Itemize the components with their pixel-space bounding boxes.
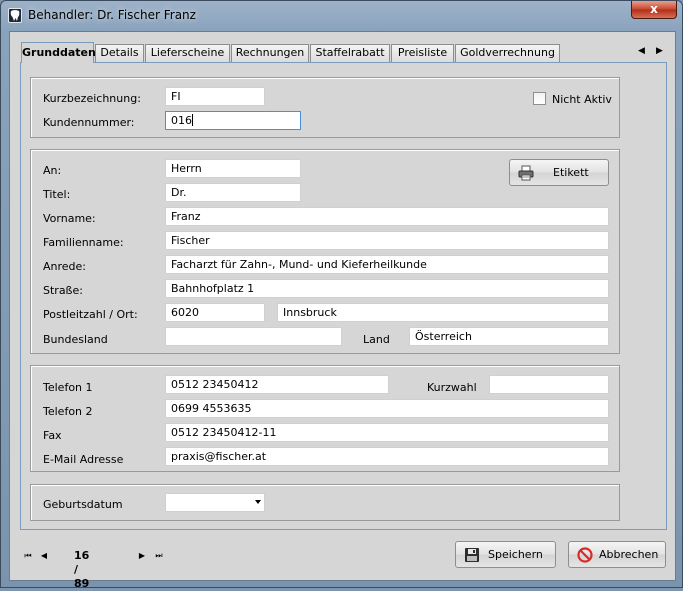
fax-label: Fax [43, 429, 62, 442]
tooth-icon-glyph [10, 10, 20, 21]
tab-goldverrechnung[interactable]: Goldverrechnung [455, 44, 560, 62]
titel-label: Titel: [43, 188, 71, 201]
etikett-button-label: Etikett [553, 166, 589, 179]
bundesland-label: Bundesland [43, 333, 108, 346]
title-bar[interactable]: Behandler: Dr. Fischer Franz x [1, 1, 682, 31]
tab-label: Lieferscheine [150, 46, 225, 59]
telefon1-label: Telefon 1 [43, 381, 93, 394]
record-counter: 16 / 89 [74, 549, 90, 590]
plz-ort-label: Postleitzahl / Ort: [43, 308, 138, 321]
client-area: Grunddaten Details Lieferscheine Rechnun… [9, 31, 676, 590]
text-caret [192, 114, 193, 126]
save-button-label: Speichern [488, 548, 543, 561]
kurzbezeichnung-input[interactable]: FI [165, 87, 265, 106]
kundennummer-value: 016 [171, 114, 192, 127]
tab-grunddaten[interactable]: Grunddaten [21, 42, 96, 63]
tab-staffelrabatt[interactable]: Staffelrabatt [310, 44, 390, 62]
last-record-icon[interactable]: ⏭ [153, 549, 165, 563]
fax-input[interactable]: 0512 23450412-11 [165, 423, 609, 442]
ort-input[interactable]: Innsbruck [277, 303, 609, 322]
an-label: An: [43, 164, 62, 177]
save-button[interactable]: Speichern [455, 541, 556, 568]
titel-input[interactable]: Dr. [165, 183, 301, 202]
tab-label: Staffelrabatt [315, 46, 385, 59]
geburtsdatum-label: Geburtsdatum [43, 498, 123, 511]
familienname-label: Familienname: [43, 236, 124, 249]
no-entry-icon [577, 547, 593, 563]
cancel-button-label: Abbrechen [599, 548, 659, 561]
telefon2-input[interactable]: 0699 4553635 [165, 399, 609, 418]
kundennummer-input[interactable]: 016 [165, 111, 301, 130]
kurzbezeichnung-label: Kurzbezeichnung: [43, 92, 141, 105]
group-birth: Geburtsdatum [30, 484, 620, 521]
nicht-aktiv-checkbox[interactable] [533, 92, 546, 105]
nicht-aktiv-label: Nicht Aktiv [552, 93, 612, 106]
land-input[interactable]: Österreich [409, 327, 609, 346]
tab-label: Goldverrechnung [460, 46, 555, 59]
window-title: Behandler: Dr. Fischer Franz [28, 8, 196, 22]
first-record-icon[interactable]: ⏮ [22, 549, 34, 563]
an-input[interactable]: Herrn [165, 159, 301, 178]
group-contact: Telefon 1 0512 23450412 Kurzwahl Telefon… [30, 365, 620, 472]
etikett-button[interactable]: Etikett [509, 159, 609, 186]
familienname-input[interactable]: Fischer [165, 231, 609, 250]
close-button[interactable]: x [631, 1, 677, 19]
group-address: An: Herrn Etikett Titel: Dr. Vorname: Fr… [30, 149, 620, 354]
kurzwahl-label: Kurzwahl [427, 381, 477, 394]
tab-lieferscheine[interactable]: Lieferscheine [145, 44, 230, 62]
bundesland-input[interactable] [165, 327, 342, 346]
tab-scroll-left-icon[interactable]: ◀ [638, 46, 645, 56]
strasse-input[interactable]: Bahnhofplatz 1 [165, 279, 609, 298]
plz-input[interactable]: 6020 [165, 303, 265, 322]
telefon2-label: Telefon 2 [43, 405, 93, 418]
tab-scroll-right-icon[interactable]: ▶ [656, 46, 663, 56]
tab-preisliste[interactable]: Preisliste [391, 44, 454, 62]
group-identification: Kurzbezeichnung: FI Kundennummer: 016 Ni… [30, 77, 620, 138]
cancel-button[interactable]: Abbrechen [568, 541, 666, 568]
telefon1-input[interactable]: 0512 23450412 [165, 375, 389, 394]
prev-record-icon[interactable]: ◀ [38, 549, 50, 563]
tab-details[interactable]: Details [95, 44, 144, 62]
tab-label: Preisliste [397, 46, 448, 59]
tab-rechnungen[interactable]: Rechnungen [231, 44, 309, 62]
tab-panel-grunddaten: Kurzbezeichnung: FI Kundennummer: 016 Ni… [20, 62, 667, 530]
vorname-label: Vorname: [43, 212, 96, 225]
anrede-input[interactable]: Facharzt für Zahn-, Mund- und Kieferheil… [165, 255, 609, 274]
strasse-label: Straße: [43, 284, 83, 297]
next-record-icon[interactable]: ▶ [136, 549, 148, 563]
email-label: E-Mail Adresse [43, 453, 124, 466]
dialog-window: Behandler: Dr. Fischer Franz x Grunddate… [0, 0, 683, 590]
app-tooth-icon [8, 8, 22, 23]
printer-icon [518, 165, 534, 181]
vorname-input[interactable]: Franz [165, 207, 609, 226]
email-input[interactable]: praxis@fischer.at [165, 447, 609, 466]
anrede-label: Anrede: [43, 260, 87, 273]
kurzwahl-input[interactable] [489, 375, 609, 394]
kundennummer-label: Kundennummer: [43, 116, 135, 129]
close-icon: x [650, 2, 658, 16]
tab-label: Grunddaten [22, 46, 96, 59]
chevron-down-icon[interactable] [255, 500, 261, 504]
tab-label: Rechnungen [235, 46, 305, 59]
floppy-disk-icon [465, 548, 479, 562]
land-label: Land [363, 333, 390, 346]
geburtsdatum-picker[interactable] [165, 493, 265, 512]
tab-label: Details [100, 46, 139, 59]
